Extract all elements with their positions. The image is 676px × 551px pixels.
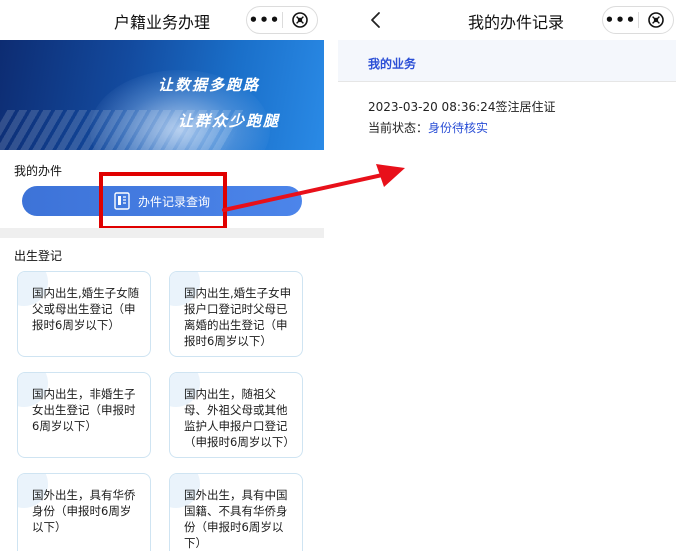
service-card-text: 国外出生，具有中国国籍、不具有华侨身份（申报时6周岁以下） bbox=[184, 488, 288, 550]
service-card[interactable]: 国内出生,婚生子女申报户口登记时父母已离婚的出生登记（申报时6周岁以下） bbox=[169, 271, 303, 357]
service-card[interactable]: 国内出生，随祖父母、外祖父母或其他监护人申报户口登记（申报时6周岁以下） bbox=[169, 372, 303, 458]
service-card-text: 国内出生，非婚生子女出生登记（申报时6周岁以下） bbox=[32, 387, 136, 433]
banner-slogan-line1: 让数据多跑路 bbox=[158, 76, 261, 94]
red-highlight-box bbox=[99, 172, 227, 230]
banner-slogan-line2: 让群众少跑腿 bbox=[178, 112, 281, 130]
birth-registration-label: 出生登记 bbox=[14, 249, 63, 263]
top-nav-bar: 我的办件记录 ••• bbox=[338, 0, 676, 40]
service-card-text: 国内出生,婚生子女申报户口登记时父母已离婚的出生登记（申报时6周岁以下） bbox=[184, 286, 292, 348]
service-card[interactable]: 国外出生，具有华侨身份（申报时6周岁以下） bbox=[17, 473, 151, 551]
service-card-text: 国内出生,婚生子女随父或母出生登记（申报时6周岁以下） bbox=[32, 286, 140, 332]
more-dots-icon[interactable]: ••• bbox=[603, 7, 638, 33]
promo-banner[interactable]: 让数据多跑路 让群众少跑腿 bbox=[0, 40, 324, 150]
service-card[interactable]: 国内出生，非婚生子女出生登记（申报时6周岁以下） bbox=[17, 372, 151, 458]
red-annotation-arrow bbox=[222, 164, 405, 212]
record-datetime-type[interactable]: 2023-03-20 08:36:24签注居住证 bbox=[368, 98, 555, 115]
service-card[interactable]: 国内出生,婚生子女随父或母出生登记（申报时6周岁以下） bbox=[17, 271, 151, 357]
record-status-value: 身份待核实 bbox=[428, 121, 489, 135]
service-card-text: 国外出生，具有华侨身份（申报时6周岁以下） bbox=[32, 488, 136, 534]
circle-close-icon[interactable] bbox=[639, 11, 673, 29]
my-business-header: 我的业务 bbox=[338, 40, 676, 82]
my-case-records-screen: 我的办件记录 ••• 我的业务 2023-03-20 08:36:24签注居住证… bbox=[338, 0, 676, 551]
section-divider bbox=[0, 228, 324, 238]
household-registration-screen: 户籍业务办理 ••• 让数据多跑路 让群众少跑腿 我的办件 办件记录查询 出生登… bbox=[0, 0, 324, 551]
my-business-title: 我的业务 bbox=[368, 57, 417, 71]
more-dots-icon[interactable]: ••• bbox=[247, 7, 282, 33]
circle-close-icon[interactable] bbox=[283, 11, 317, 29]
record-status-label: 当前状态： bbox=[368, 121, 429, 135]
my-cases-label: 我的办件 bbox=[14, 164, 63, 178]
mini-program-capsule: ••• bbox=[602, 6, 674, 34]
record-status-line: 当前状态：身份待核实 bbox=[368, 119, 488, 136]
service-card-text: 国内出生，随祖父母、外祖父母或其他监护人申报户口登记（申报时6周岁以下） bbox=[184, 387, 295, 449]
service-card[interactable]: 国外出生，具有中国国籍、不具有华侨身份（申报时6周岁以下） bbox=[169, 473, 303, 551]
top-nav-bar: 户籍业务办理 ••• bbox=[0, 0, 324, 40]
mini-program-capsule: ••• bbox=[246, 6, 318, 34]
